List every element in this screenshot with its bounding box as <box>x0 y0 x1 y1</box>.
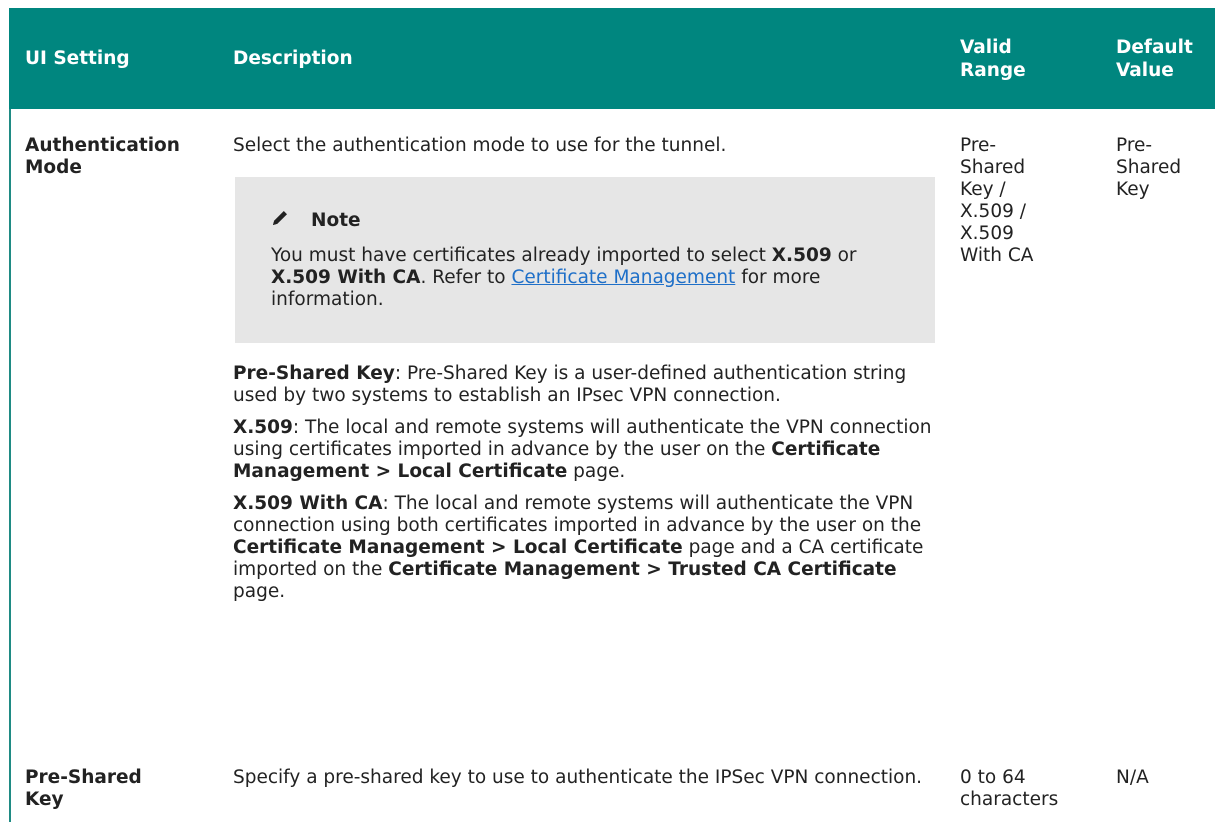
valid-range-cell: 0 to 64 characters <box>960 767 1059 810</box>
header-valid-range: Valid Range <box>942 8 1098 109</box>
note-box: Note You must have certificates already … <box>235 177 935 343</box>
default-value-cell: N/A <box>1116 767 1149 788</box>
certificate-management-link[interactable]: Certificate Management <box>511 267 735 288</box>
header-description: Description <box>217 8 942 109</box>
table-row: Authentication Mode Select the authentica… <box>9 109 1215 735</box>
setting-name: Pre-Shared Key <box>25 767 142 810</box>
settings-table: UI Setting Description Valid Range Defaul… <box>9 8 1215 811</box>
setting-description: Select the authentication mode to use fo… <box>217 109 942 735</box>
note-text: You must have certificates already impor… <box>271 245 857 310</box>
description-text: Specify a pre-shared key to use to authe… <box>233 767 923 788</box>
table-header-row: UI Setting Description Valid Range Defaul… <box>9 8 1215 109</box>
setting-name: Authentication Mode <box>25 135 180 178</box>
default-value-cell: Pre- Shared Key <box>1116 135 1182 200</box>
note-header: Note <box>271 209 899 233</box>
table-row: Pre-Shared Key Specify a pre-shared key t… <box>9 735 1215 811</box>
header-ui-setting: UI Setting <box>9 8 217 109</box>
note-title: Note <box>311 210 361 231</box>
x509-description: X.509: The local and remote systems will… <box>233 417 932 482</box>
header-default-value: Default Value <box>1098 8 1215 109</box>
description-text: Select the authentication mode to use fo… <box>233 135 727 156</box>
setting-description: Specify a pre-shared key to use to authe… <box>217 735 942 811</box>
valid-range-cell: Pre- Shared Key / X.509 / X.509 With CA <box>960 135 1034 266</box>
x509-with-ca-description: X.509 With CA: The local and remote syst… <box>233 493 924 602</box>
psk-description: Pre-Shared Key: Pre-Shared Key is a user… <box>233 363 907 406</box>
pencil-icon <box>271 209 311 233</box>
